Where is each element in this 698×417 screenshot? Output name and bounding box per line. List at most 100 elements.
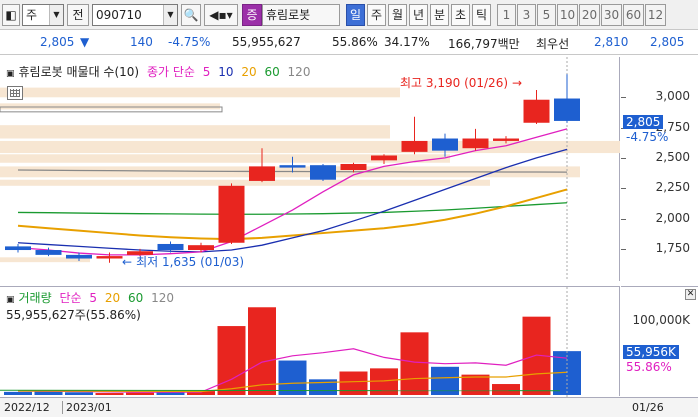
down-arrow-icon: ▼ bbox=[80, 35, 90, 49]
volume-profile-band-6 bbox=[0, 179, 490, 186]
interval-tab-3[interactable]: 3 bbox=[517, 4, 536, 26]
current-price-tag: 2,805 bbox=[623, 115, 664, 129]
volume-ratio: 55.86% bbox=[332, 35, 378, 49]
ma10-label: 10 bbox=[218, 65, 234, 79]
period-tab-3[interactable]: 년 bbox=[409, 4, 428, 26]
best-ask: 2,805 bbox=[650, 35, 685, 49]
volume-bar bbox=[4, 391, 32, 395]
candle-body bbox=[493, 138, 519, 141]
current-price: 2,805 bbox=[40, 35, 75, 49]
volume-profile-band-1 bbox=[0, 103, 220, 110]
best-bid: 2,810 bbox=[594, 35, 629, 49]
period-tab-2[interactable]: 월 bbox=[388, 4, 407, 26]
volume-bar bbox=[248, 307, 276, 395]
date-label-dec: 2022/12 bbox=[4, 401, 50, 414]
volume-legend: ▣ 거래량 단순 5 20 60 120 bbox=[6, 289, 178, 306]
volume-legend-title: 거래량 bbox=[18, 291, 52, 305]
ma60-line bbox=[17, 202, 568, 215]
candle-body bbox=[5, 246, 31, 251]
stock-code-value: 090710 bbox=[96, 8, 142, 22]
price-chart-panel[interactable]: ▣ 휴림로봇 매물대 수(10) 종가 단순 5 10 20 60 120 최고 … bbox=[0, 57, 620, 281]
interval-tab-12[interactable]: 12 bbox=[645, 4, 666, 26]
prev-button[interactable]: 전 bbox=[67, 4, 89, 26]
high-price-text: 최고 3,190 (01/26) bbox=[400, 76, 509, 90]
volume-bar bbox=[126, 392, 154, 395]
volume-bar bbox=[217, 326, 246, 395]
price-axis-tick: 2,500 bbox=[655, 149, 690, 164]
ma5-label: 5 bbox=[202, 65, 211, 79]
ma60-label: 60 bbox=[264, 65, 280, 79]
price-axis-tick-mark bbox=[621, 188, 626, 190]
candle-body bbox=[462, 138, 489, 149]
volume-value: 55,955,627 bbox=[232, 35, 301, 49]
candle-body bbox=[401, 140, 428, 152]
candle-body bbox=[554, 98, 580, 121]
candle-body bbox=[35, 250, 62, 255]
price-axis-tick-mark bbox=[621, 97, 626, 99]
volume-summary: 55,955,627주(55.86%) bbox=[6, 308, 141, 322]
candle-body bbox=[432, 138, 458, 151]
market-type-select[interactable]: 주 ▼ bbox=[22, 4, 64, 26]
volume-chart-panel[interactable]: ▣ 거래량 단순 5 20 60 120 55,955,627주(55.86%) bbox=[0, 286, 620, 397]
date-axis: 2022/12 2023/01 01/26 bbox=[0, 397, 698, 417]
volume-bar bbox=[339, 371, 368, 395]
price-axis-tick: 1,750 bbox=[655, 240, 690, 255]
period-tab-5[interactable]: 초 bbox=[451, 4, 470, 26]
vol-ma20-label: 20 bbox=[104, 291, 121, 305]
price-axis-tick: 2,250 bbox=[655, 180, 690, 195]
candle-body bbox=[340, 163, 367, 171]
candle-body bbox=[310, 165, 336, 180]
period-tab-6[interactable]: 틱 bbox=[472, 4, 491, 26]
volume-ma-label: 단순 bbox=[59, 291, 82, 305]
close-icon[interactable]: ✕ bbox=[685, 289, 696, 300]
volume-bar bbox=[95, 393, 124, 395]
volume-profile-band-0 bbox=[0, 87, 400, 98]
price-chart bbox=[0, 57, 620, 281]
candle-body bbox=[96, 256, 123, 259]
speaker-icon[interactable]: ◀▪▾ bbox=[204, 4, 238, 26]
interval-tab-30[interactable]: 30 bbox=[601, 4, 622, 26]
low-price-text: 최저 1,635 (01/03) bbox=[136, 255, 245, 269]
price-axis-tick: 3,000 bbox=[655, 89, 690, 104]
market-type-value: 주 bbox=[26, 8, 38, 22]
period-tab-4[interactable]: 분 bbox=[430, 4, 449, 26]
interval-tab-1[interactable]: 1 bbox=[497, 4, 516, 26]
toolbar: ◧ 주 ▼ 전 090710 ▼ 🔍 ◀▪▾ 증 휴림로봇 일주월년분초틱135… bbox=[0, 0, 698, 30]
candle-body bbox=[371, 155, 397, 161]
chevron-down-icon[interactable]: ▼ bbox=[49, 5, 63, 25]
candle-body bbox=[249, 166, 275, 181]
interval-tab-5[interactable]: 5 bbox=[537, 4, 556, 26]
interval-tab-60[interactable]: 60 bbox=[623, 4, 644, 26]
cursor-date: 01/26 bbox=[632, 401, 664, 414]
search-icon[interactable]: 🔍 bbox=[181, 4, 201, 26]
price-axis-tick-mark bbox=[621, 218, 626, 220]
period-tab-1[interactable]: 주 bbox=[367, 4, 386, 26]
price-axis-tick-mark bbox=[621, 157, 626, 159]
period-tab-0[interactable]: 일 bbox=[346, 4, 365, 26]
current-volume-tag: 55,956K bbox=[623, 345, 679, 359]
candle-body bbox=[66, 254, 92, 259]
volume-axis-tick: 100,000K bbox=[632, 313, 691, 327]
window-menu-icon[interactable]: ◧ bbox=[2, 4, 20, 26]
right-arrow-icon: → bbox=[512, 76, 523, 90]
chevron-down-icon[interactable]: ▼ bbox=[163, 5, 177, 25]
trade-amount: 166,797백만 bbox=[448, 37, 520, 51]
interval-tab-10[interactable]: 10 bbox=[557, 4, 578, 26]
quote-bar: 2,805 ▼ 140 -4.75% 55,955,627 55.86% 34.… bbox=[0, 31, 698, 55]
interval-tab-20[interactable]: 20 bbox=[579, 4, 600, 26]
candle-body bbox=[157, 243, 184, 251]
volume-bar bbox=[278, 360, 307, 395]
stock-code-input[interactable]: 090710 ▼ bbox=[92, 4, 178, 26]
vol-ma5-label: 5 bbox=[89, 291, 98, 305]
current-change-tag: -4.75% bbox=[626, 130, 669, 144]
stock-name-field[interactable]: 휴림로봇 bbox=[262, 4, 340, 26]
candle-body bbox=[279, 165, 306, 168]
vol-ma120-label: 120 bbox=[151, 291, 174, 305]
left-arrow-icon: ← bbox=[122, 255, 133, 269]
vol-ma60-label: 60 bbox=[127, 291, 144, 305]
candle-body bbox=[218, 185, 245, 243]
grid-table-icon[interactable] bbox=[7, 86, 23, 100]
legend-box-icon: ▣ bbox=[6, 69, 15, 79]
date-label-jan: 2023/01 bbox=[62, 401, 112, 414]
volume-axis: ✕ 100,000K 55,956K 55.86% bbox=[621, 286, 698, 396]
